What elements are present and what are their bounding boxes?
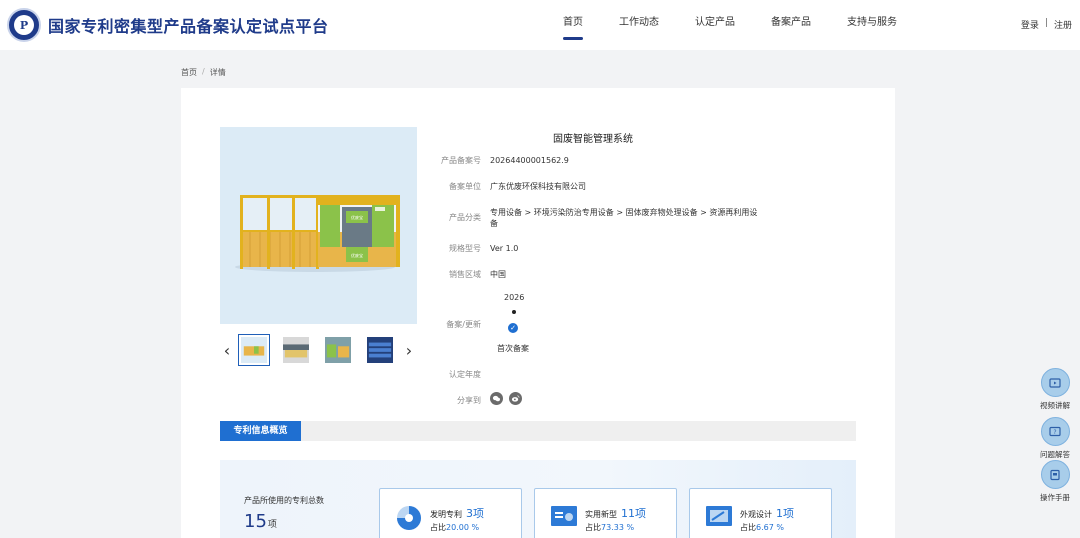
timeline-year: 2026 <box>504 293 525 302</box>
logo-mark: P <box>19 18 29 32</box>
site-header: P 国家专利密集型产品备案认定试点平台 首页 工作动态 认定产品 备案产品 支持… <box>0 0 1080 50</box>
stat-ratio: 占比6.67 % <box>740 522 784 533</box>
detail-card: 优废宝 优废宝 ‹ › 固废智能管理系统 产品备案号 2026440000156… <box>181 88 895 538</box>
stat-title: 发明专利 3项 <box>430 505 484 521</box>
wechat-icon[interactable] <box>490 392 503 405</box>
document-icon <box>551 506 577 526</box>
timeline-dot <box>512 310 516 314</box>
stat-title: 实用新型 11项 <box>585 505 646 521</box>
total-count-value: 15 <box>244 511 267 532</box>
stat-card-invention: 发明专利 3项 占比20.00 % <box>379 488 522 538</box>
side-item-faq[interactable]: ? 问题解答 <box>1030 417 1080 460</box>
nav-item-filed[interactable]: 备案产品 <box>753 0 829 50</box>
field-value: 广东优废环保科技有限公司 <box>490 182 586 191</box>
prev-arrow-icon[interactable]: ‹ <box>220 341 234 360</box>
stat-count: 1项 <box>776 507 794 520</box>
auth-separator: | <box>1044 18 1048 28</box>
field-label: 规格型号 <box>449 244 481 253</box>
video-icon <box>1040 368 1070 397</box>
breadcrumb-home[interactable]: 首页 <box>181 67 197 78</box>
stat-ratio-value: 6.67 % <box>756 523 784 532</box>
side-item-label: 问题解答 <box>1040 450 1070 459</box>
side-item-video[interactable]: 视频讲解 <box>1030 368 1080 411</box>
stat-ratio-label: 占比 <box>740 523 756 532</box>
nav-item-support[interactable]: 支持与服务 <box>829 0 915 50</box>
next-arrow-icon[interactable]: › <box>402 341 416 360</box>
field-label: 产品分类 <box>449 213 481 222</box>
stat-card-utility: 实用新型 11项 占比73.33 % <box>534 488 677 538</box>
stat-count: 3项 <box>466 507 484 520</box>
thumbnail-carousel: ‹ › <box>220 334 417 366</box>
stat-ratio: 占比73.33 % <box>585 522 634 533</box>
timeline-event: 首次备案 <box>497 344 529 353</box>
breadcrumb: 首页 / 详情 <box>181 67 226 78</box>
share-icons <box>490 392 522 405</box>
stat-ratio-label: 占比 <box>430 523 446 532</box>
stat-name: 外观设计 <box>740 510 772 519</box>
stat-name: 实用新型 <box>585 510 617 519</box>
field-label: 备案/更新 <box>446 320 481 329</box>
stat-ratio-value: 20.00 % <box>446 523 480 532</box>
product-name: 固废智能管理系统 <box>553 134 633 145</box>
register-link[interactable]: 注册 <box>1054 18 1072 31</box>
manual-icon <box>1040 460 1070 489</box>
nav-item-certified[interactable]: 认定产品 <box>677 0 753 50</box>
auth-links: 登录 | 注册 <box>1021 18 1072 31</box>
svg-text:?: ? <box>1053 429 1056 436</box>
field-label: 分享到 <box>457 396 481 405</box>
login-link[interactable]: 登录 <box>1021 18 1039 31</box>
main-nav: 首页 工作动态 认定产品 备案产品 支持与服务 <box>545 0 915 50</box>
tab-patent-overview[interactable]: 专利信息概览 <box>220 421 301 441</box>
thumbnail[interactable] <box>364 334 396 366</box>
stat-ratio-value: 73.33 % <box>601 523 635 532</box>
side-item-manual[interactable]: 操作手册 <box>1030 460 1080 503</box>
weibo-icon[interactable] <box>509 392 522 405</box>
stat-ratio-label: 占比 <box>585 523 601 532</box>
patent-section-header: 专利信息概览 <box>220 421 856 441</box>
total-patents-label: 产品所使用的专利总数 <box>244 496 324 505</box>
field-label: 认定年度 <box>449 370 481 379</box>
check-icon: ✓ <box>508 323 518 333</box>
stat-card-design: 外观设计 1项 占比6.67 % <box>689 488 832 538</box>
stat-ratio: 占比20.00 % <box>430 522 479 533</box>
pie-chart-icon <box>397 506 421 530</box>
nav-item-home[interactable]: 首页 <box>545 0 601 50</box>
thumbnail[interactable] <box>238 334 270 366</box>
breadcrumb-current: 详情 <box>209 68 226 77</box>
stat-name: 发明专利 <box>430 510 462 519</box>
side-item-label: 操作手册 <box>1040 493 1070 502</box>
field-value: 中国 <box>490 270 506 279</box>
total-count-unit: 项 <box>267 520 277 530</box>
field-label: 产品备案号 <box>441 156 481 165</box>
thumbnail[interactable] <box>322 334 354 366</box>
thumbnail-list <box>238 334 396 366</box>
field-label: 备案单位 <box>449 182 481 191</box>
site-logo[interactable]: P <box>7 8 41 42</box>
thumbnail-image <box>283 337 309 363</box>
total-patents-count: 15项 <box>244 511 277 532</box>
stat-title: 外观设计 1项 <box>740 505 794 521</box>
thumbnail-image <box>367 337 393 363</box>
side-item-label: 视频讲解 <box>1040 401 1070 410</box>
thumbnail-image <box>325 337 351 363</box>
thumbnail[interactable] <box>280 334 312 366</box>
nav-item-news[interactable]: 工作动态 <box>601 0 677 50</box>
stat-count: 11项 <box>621 507 646 520</box>
field-label: 销售区域 <box>449 270 481 279</box>
field-value: 专用设备 > 环境污染防治专用设备 > 固体废弃物处理设备 > 资源再利用设备 <box>490 208 758 228</box>
site-title[interactable]: 国家专利密集型产品备案认定试点平台 <box>48 13 329 37</box>
breadcrumb-separator: / <box>202 67 205 76</box>
field-value: Ver 1.0 <box>490 244 519 253</box>
thumbnail-image <box>241 337 267 363</box>
patent-overview: 产品所使用的专利总数 15项 发明专利 3项 占比20.00 % 实用新型 11项 … <box>220 460 856 538</box>
field-value: 20264400001562.9 <box>490 156 569 165</box>
question-icon: ? <box>1040 417 1070 446</box>
design-icon <box>706 506 732 526</box>
